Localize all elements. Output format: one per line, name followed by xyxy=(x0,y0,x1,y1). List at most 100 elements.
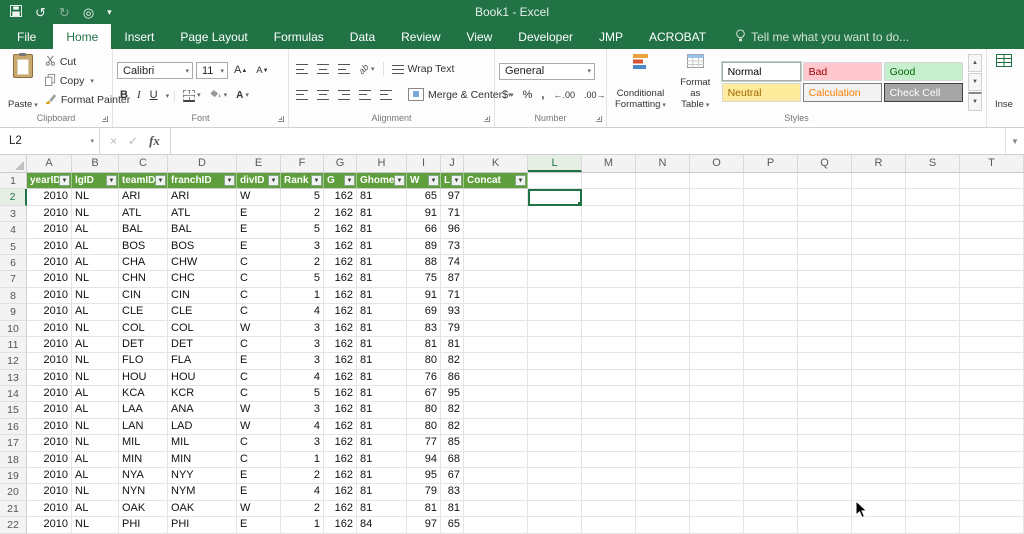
cell-O14[interactable] xyxy=(690,386,744,402)
cell-L15[interactable] xyxy=(528,402,582,418)
cell-E11[interactable]: C xyxy=(237,337,281,353)
wrap-text-button[interactable]: Wrap Text xyxy=(389,61,458,77)
cell-O12[interactable] xyxy=(690,353,744,369)
font-color-button[interactable]: A▾ xyxy=(233,90,252,101)
cell-J15[interactable]: 82 xyxy=(441,402,464,418)
cell-K19[interactable] xyxy=(464,468,528,484)
cell-H11[interactable]: 81 xyxy=(357,337,407,353)
cell-O16[interactable] xyxy=(690,419,744,435)
cell-A22[interactable]: 2010 xyxy=(27,517,72,533)
cell-L16[interactable] xyxy=(528,419,582,435)
column-header-K[interactable]: K xyxy=(464,155,528,172)
cell-B15[interactable]: AL xyxy=(72,402,119,418)
column-header-E[interactable]: E xyxy=(237,155,281,172)
row-header-11[interactable]: 11 xyxy=(0,337,27,353)
cell-R5[interactable] xyxy=(852,239,906,255)
cell-N21[interactable] xyxy=(636,501,690,517)
cell-G17[interactable]: 162 xyxy=(324,435,357,451)
cell-P6[interactable] xyxy=(744,255,798,271)
cell-M2[interactable] xyxy=(582,189,636,205)
cell-C11[interactable]: DET xyxy=(119,337,168,353)
cell-K21[interactable] xyxy=(464,501,528,517)
cell-I21[interactable]: 81 xyxy=(407,501,441,517)
cell-B8[interactable]: NL xyxy=(72,288,119,304)
cell-H5[interactable]: 81 xyxy=(357,239,407,255)
tab-view[interactable]: View xyxy=(454,24,506,49)
cell-K17[interactable] xyxy=(464,435,528,451)
cell-M21[interactable] xyxy=(582,501,636,517)
style-calculation[interactable]: Calculation xyxy=(803,83,882,102)
column-header-C[interactable]: C xyxy=(119,155,168,172)
cell-A21[interactable]: 2010 xyxy=(27,501,72,517)
increase-font-size-icon[interactable]: A▲ xyxy=(231,65,250,76)
column-header-I[interactable]: I xyxy=(407,155,441,172)
cell-T19[interactable] xyxy=(960,468,1024,484)
cell-L5[interactable] xyxy=(528,239,582,255)
tell-me-box[interactable]: Tell me what you want to do... xyxy=(735,24,909,49)
cell-B7[interactable]: NL xyxy=(72,271,119,287)
cell-F11[interactable]: 3 xyxy=(281,337,324,353)
cell-P9[interactable] xyxy=(744,304,798,320)
row-header-4[interactable]: 4 xyxy=(0,222,27,238)
cell-D2[interactable]: ARI xyxy=(168,189,237,205)
cell-L21[interactable] xyxy=(528,501,582,517)
number-dialog-launcher[interactable] xyxy=(595,115,604,124)
decrease-indent-button[interactable] xyxy=(356,90,374,100)
cell-Q2[interactable] xyxy=(798,189,852,205)
cell-S3[interactable] xyxy=(906,206,960,222)
cell-R2[interactable] xyxy=(852,189,906,205)
cell-O10[interactable] xyxy=(690,321,744,337)
cell-K3[interactable] xyxy=(464,206,528,222)
cell-E20[interactable]: E xyxy=(237,484,281,500)
align-top-button[interactable] xyxy=(293,64,311,74)
cell-R19[interactable] xyxy=(852,468,906,484)
cell-S8[interactable] xyxy=(906,288,960,304)
cell-I6[interactable]: 88 xyxy=(407,255,441,271)
column-header-L[interactable]: L xyxy=(528,155,582,172)
cell-M10[interactable] xyxy=(582,321,636,337)
cell-D22[interactable]: PHI xyxy=(168,517,237,533)
cell-J19[interactable]: 67 xyxy=(441,468,464,484)
cell-O20[interactable] xyxy=(690,484,744,500)
cell-Q16[interactable] xyxy=(798,419,852,435)
cell-C22[interactable]: PHI xyxy=(119,517,168,533)
cell-I7[interactable]: 75 xyxy=(407,271,441,287)
row-header-9[interactable]: 9 xyxy=(0,304,27,320)
cell-B20[interactable]: NL xyxy=(72,484,119,500)
row-header-17[interactable]: 17 xyxy=(0,435,27,451)
row-header-3[interactable]: 3 xyxy=(0,206,27,222)
cell-F6[interactable]: 2 xyxy=(281,255,324,271)
cell-Q17[interactable] xyxy=(798,435,852,451)
cell-K22[interactable] xyxy=(464,517,528,533)
cell-D11[interactable]: DET xyxy=(168,337,237,353)
cell-Q1[interactable] xyxy=(798,173,852,189)
cell-F9[interactable]: 4 xyxy=(281,304,324,320)
column-header-R[interactable]: R xyxy=(852,155,906,172)
cell-P8[interactable] xyxy=(744,288,798,304)
cell-Q21[interactable] xyxy=(798,501,852,517)
cell-C7[interactable]: CHN xyxy=(119,271,168,287)
cell-G19[interactable]: 162 xyxy=(324,468,357,484)
font-family-select[interactable]: Calibri▾ xyxy=(117,62,193,79)
filter-dropdown-icon[interactable]: ▼ xyxy=(428,175,439,186)
cell-E9[interactable]: C xyxy=(237,304,281,320)
cell-O8[interactable] xyxy=(690,288,744,304)
cell-K14[interactable] xyxy=(464,386,528,402)
cell-G5[interactable]: 162 xyxy=(324,239,357,255)
cell-N8[interactable] xyxy=(636,288,690,304)
cell-C9[interactable]: CLE xyxy=(119,304,168,320)
cell-B17[interactable]: NL xyxy=(72,435,119,451)
cell-C6[interactable]: CHA xyxy=(119,255,168,271)
cell-G15[interactable]: 162 xyxy=(324,402,357,418)
row-header-16[interactable]: 16 xyxy=(0,419,27,435)
cell-H15[interactable]: 81 xyxy=(357,402,407,418)
cell-H8[interactable]: 81 xyxy=(357,288,407,304)
cell-O21[interactable] xyxy=(690,501,744,517)
cell-T9[interactable] xyxy=(960,304,1024,320)
filter-dropdown-icon[interactable]: ▼ xyxy=(59,175,70,186)
cell-P19[interactable] xyxy=(744,468,798,484)
cell-E12[interactable]: E xyxy=(237,353,281,369)
cell-K2[interactable] xyxy=(464,189,528,205)
row-header-10[interactable]: 10 xyxy=(0,321,27,337)
cell-I1[interactable]: W▼ xyxy=(407,173,441,189)
